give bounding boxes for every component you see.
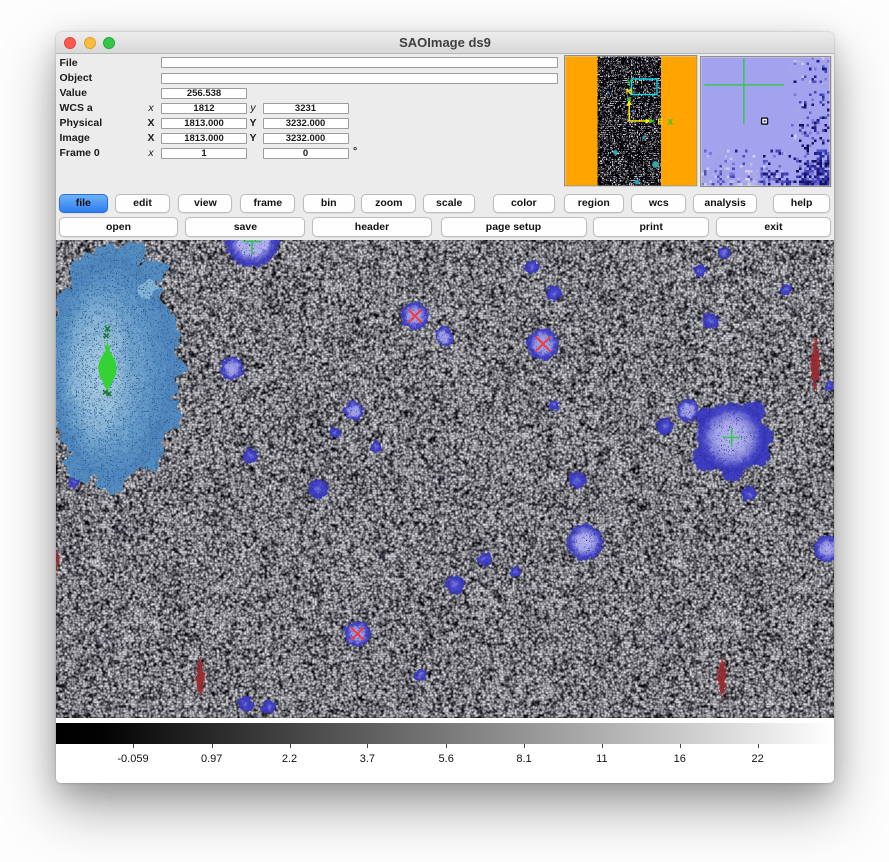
svg-text:N: N <box>625 86 631 96</box>
svg-text:E: E <box>657 116 663 126</box>
svg-text:Y: Y <box>626 77 632 87</box>
svg-text:X: X <box>667 116 673 126</box>
